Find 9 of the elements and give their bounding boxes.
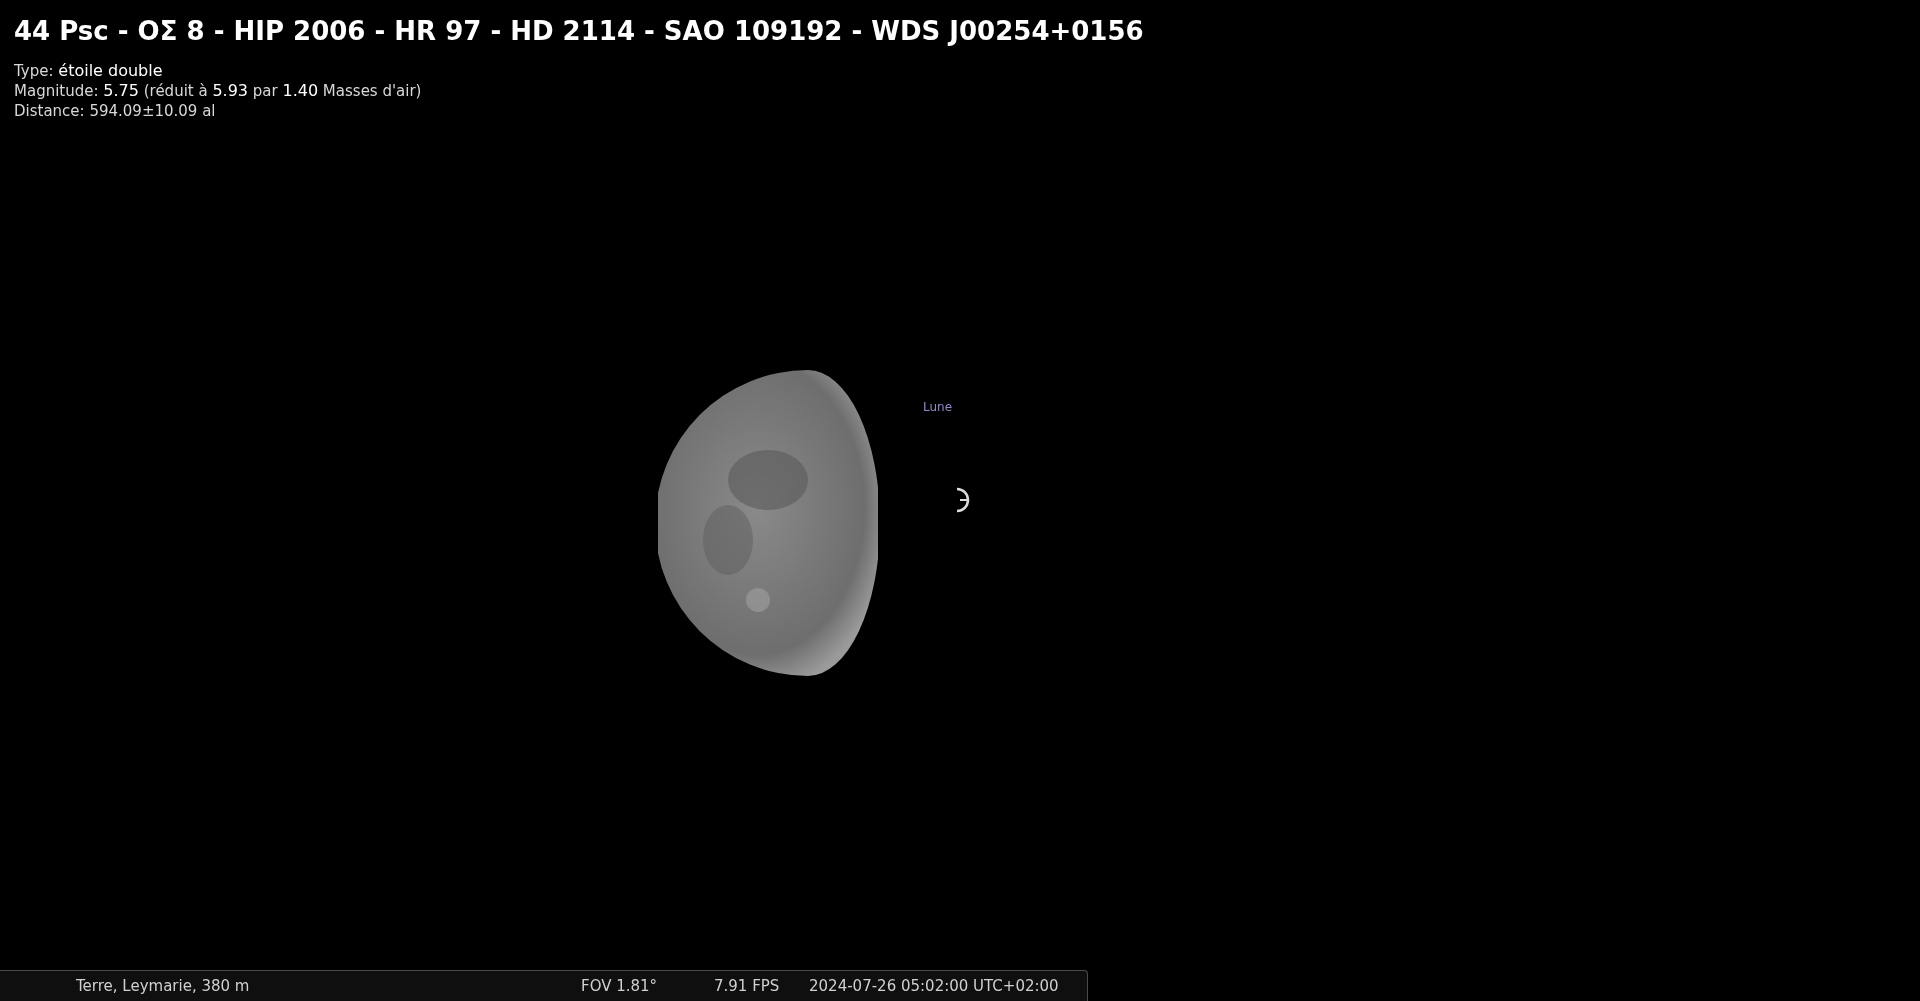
info-line: Distance: 594.09±10.09 al bbox=[14, 101, 217, 121]
location-text: Terre, Leymarie, 380 m bbox=[76, 975, 251, 997]
datetime-text: 2024-07-26 05:02:00 UTC+02:00 bbox=[809, 975, 1059, 997]
info-line: Type: étoile double bbox=[14, 61, 164, 81]
fps-text: 7.91 FPS bbox=[714, 975, 781, 997]
moon-label: Lune bbox=[923, 399, 953, 416]
fov-text: FOV 1.81° bbox=[581, 975, 659, 997]
object-title: 44 Psc - ΟΣ 8 - HIP 2006 - HR 97 - HD 2114 - SAO 109192 - WDS J00254+0156 bbox=[14, 15, 1144, 48]
info-line: Magnitude: 5.75 (réduit à 5.93 par 1.40 Masses d'air) bbox=[14, 81, 423, 101]
